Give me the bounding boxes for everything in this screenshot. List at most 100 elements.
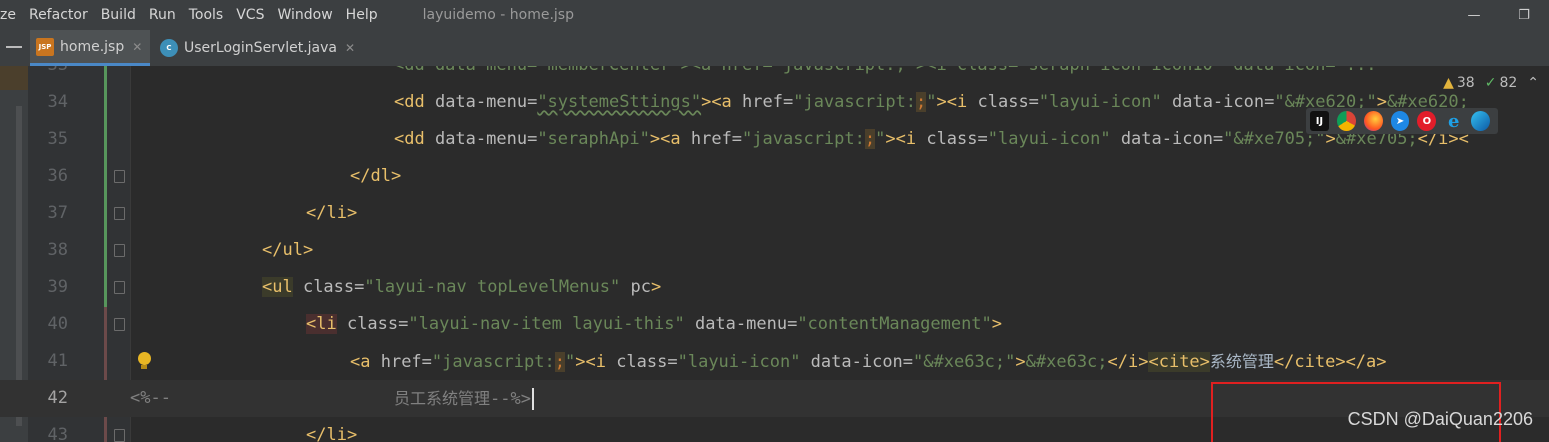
text-caret — [531, 388, 534, 410]
menu-help[interactable]: Help — [346, 7, 385, 23]
attr-token: class= — [616, 352, 678, 372]
warning-icon: ▲ — [1443, 75, 1454, 91]
string-token: "layui-icon" — [987, 129, 1111, 149]
lightbulb-icon[interactable] — [136, 352, 152, 372]
menu-refactor[interactable]: Refactor — [29, 7, 95, 23]
attr-token: class= — [336, 314, 409, 334]
tag-token: ><a — [701, 92, 743, 112]
warning-count: 38 — [1456, 75, 1475, 91]
line-number: 43 — [47, 425, 68, 442]
minimize-icon[interactable]: — — [1449, 8, 1499, 23]
string-token: "seraphApi" — [537, 129, 650, 149]
menu-build[interactable]: Build — [101, 7, 143, 23]
semicolon-token: ; — [554, 352, 565, 372]
fold-marker-icon[interactable] — [114, 281, 125, 294]
edge-icon[interactable] — [1471, 111, 1491, 131]
code-text: </ul> — [262, 240, 314, 260]
code-text: <li class="layui-nav-item layui-this" da… — [306, 306, 1002, 343]
fold-marker-icon[interactable] — [114, 170, 125, 183]
line-number: 35 — [47, 129, 68, 149]
tag-token: <ul — [262, 277, 293, 297]
comment-start: <%-- — [130, 388, 171, 408]
line-number: 37 — [47, 203, 68, 223]
tool-window-strip[interactable] — [0, 30, 28, 66]
watermark: CSDN @DaiQuan2206 — [1347, 409, 1533, 429]
collapse-icon[interactable] — [6, 46, 22, 48]
tab-label: UserLoginServlet.java — [184, 40, 337, 56]
chrome-icon[interactable] — [1336, 111, 1356, 131]
bulb-base — [141, 365, 147, 369]
menu-tools[interactable]: Tools — [189, 7, 231, 23]
safari-icon[interactable]: ➤ — [1390, 111, 1410, 131]
tag-token: > — [1015, 352, 1026, 372]
tag-token: <li — [306, 314, 337, 334]
code-line-41: 41 <a href="javascript:;"><i class="layu… — [0, 343, 1549, 380]
tag-token: > — [991, 314, 1003, 334]
code-text: <ul class="layui-nav topLevelMenus" pc> — [262, 269, 661, 306]
string-token: " — [564, 352, 576, 372]
string-token: "systemeSttings" — [537, 92, 702, 112]
close-icon[interactable]: ✕ — [345, 41, 355, 55]
fold-marker-icon[interactable] — [114, 207, 125, 220]
string-token: "javascript: — [742, 129, 865, 149]
tag-token: ><i — [936, 92, 978, 112]
attr-token: data-menu= — [434, 129, 538, 149]
semicolon-token: ; — [864, 129, 876, 149]
tag-token: </cite></a> — [1273, 352, 1387, 372]
tag-token: <dd — [394, 129, 435, 149]
code-editor[interactable]: 33 <dd data-menu="memberCenter"><a href=… — [0, 66, 1549, 442]
tag-token: ><i — [575, 352, 617, 372]
fold-marker-icon[interactable] — [114, 244, 125, 257]
tab-home-jsp[interactable]: JSP home.jsp ✕ — [30, 30, 150, 66]
menu-run[interactable]: Run — [149, 7, 183, 23]
string-token: "layui-icon" — [1038, 92, 1162, 112]
intellij-icon[interactable]: IJ — [1310, 111, 1329, 131]
restore-icon[interactable]: ❐ — [1499, 8, 1549, 23]
tag-token: </i> — [1107, 352, 1149, 372]
tab-userloginservlet[interactable]: C UserLoginServlet.java ✕ — [156, 30, 355, 66]
ie-icon[interactable]: e — [1444, 111, 1463, 132]
menu-code[interactable]: ze — [0, 7, 23, 23]
attr-token: data-icon= — [1110, 129, 1224, 149]
opera-icon[interactable]: O — [1417, 111, 1437, 131]
line-number: 40 — [47, 314, 68, 334]
close-icon[interactable]: ✕ — [132, 40, 142, 54]
line-number: 42 — [47, 388, 68, 408]
code-line-40: 40 <li class="layui-nav-item layui-this"… — [0, 306, 1549, 343]
string-token: " — [926, 92, 937, 112]
code-text: </dl> — [350, 166, 402, 186]
line-number: 34 — [47, 92, 68, 112]
tag-token: <a — [350, 352, 381, 372]
line-number: 39 — [47, 277, 68, 297]
comment-end: --%> — [490, 389, 531, 409]
chevron-up-icon[interactable]: ⌃ — [1527, 75, 1539, 91]
editor-tab-bar: JSP home.jsp ✕ C UserLoginServlet.java ✕ — [0, 30, 1549, 67]
code-text: </li> — [306, 203, 358, 223]
window-controls: — ❐ — [1449, 0, 1549, 30]
inspection-widget[interactable]: ▲ 38 ✓ 82 ⌃ — [1443, 72, 1539, 94]
code-text: <a href="javascript:;"><i class="layui-i… — [350, 343, 1387, 381]
java-class-icon: C — [160, 39, 178, 57]
code-line-36: 36 </dl> — [0, 158, 1549, 195]
string-token: "&#xe63c;" — [913, 352, 1016, 372]
line-number: 41 — [47, 351, 68, 371]
string-token: "javascript: — [431, 352, 555, 372]
code-line-37: 37 </li> — [0, 195, 1549, 232]
code-line-39: 39 <ul class="layui-nav topLevelMenus" p… — [0, 269, 1549, 306]
fold-marker-icon[interactable] — [114, 429, 125, 442]
string-token: "layui-icon" — [677, 352, 801, 372]
code-line-38: 38 </ul> — [0, 232, 1549, 269]
attr-token: class= — [926, 129, 988, 149]
string-token: " — [875, 129, 886, 149]
attr-token: href= — [380, 352, 432, 372]
code-text: 员工系统管理--%> — [394, 380, 534, 418]
fold-marker-icon[interactable] — [114, 318, 125, 331]
ok-count: 82 — [1499, 75, 1518, 91]
menu-vcs[interactable]: VCS — [236, 7, 271, 23]
string-token: "contentManagement" — [797, 314, 992, 334]
firefox-icon[interactable] — [1363, 111, 1383, 131]
attr-token: data-icon= — [800, 352, 914, 372]
menu-window[interactable]: Window — [277, 7, 339, 23]
code-text: <dd data-menu="memberCenter"><a href="ja… — [394, 66, 1387, 84]
window-title: layuidemo - home.jsp — [422, 7, 574, 23]
